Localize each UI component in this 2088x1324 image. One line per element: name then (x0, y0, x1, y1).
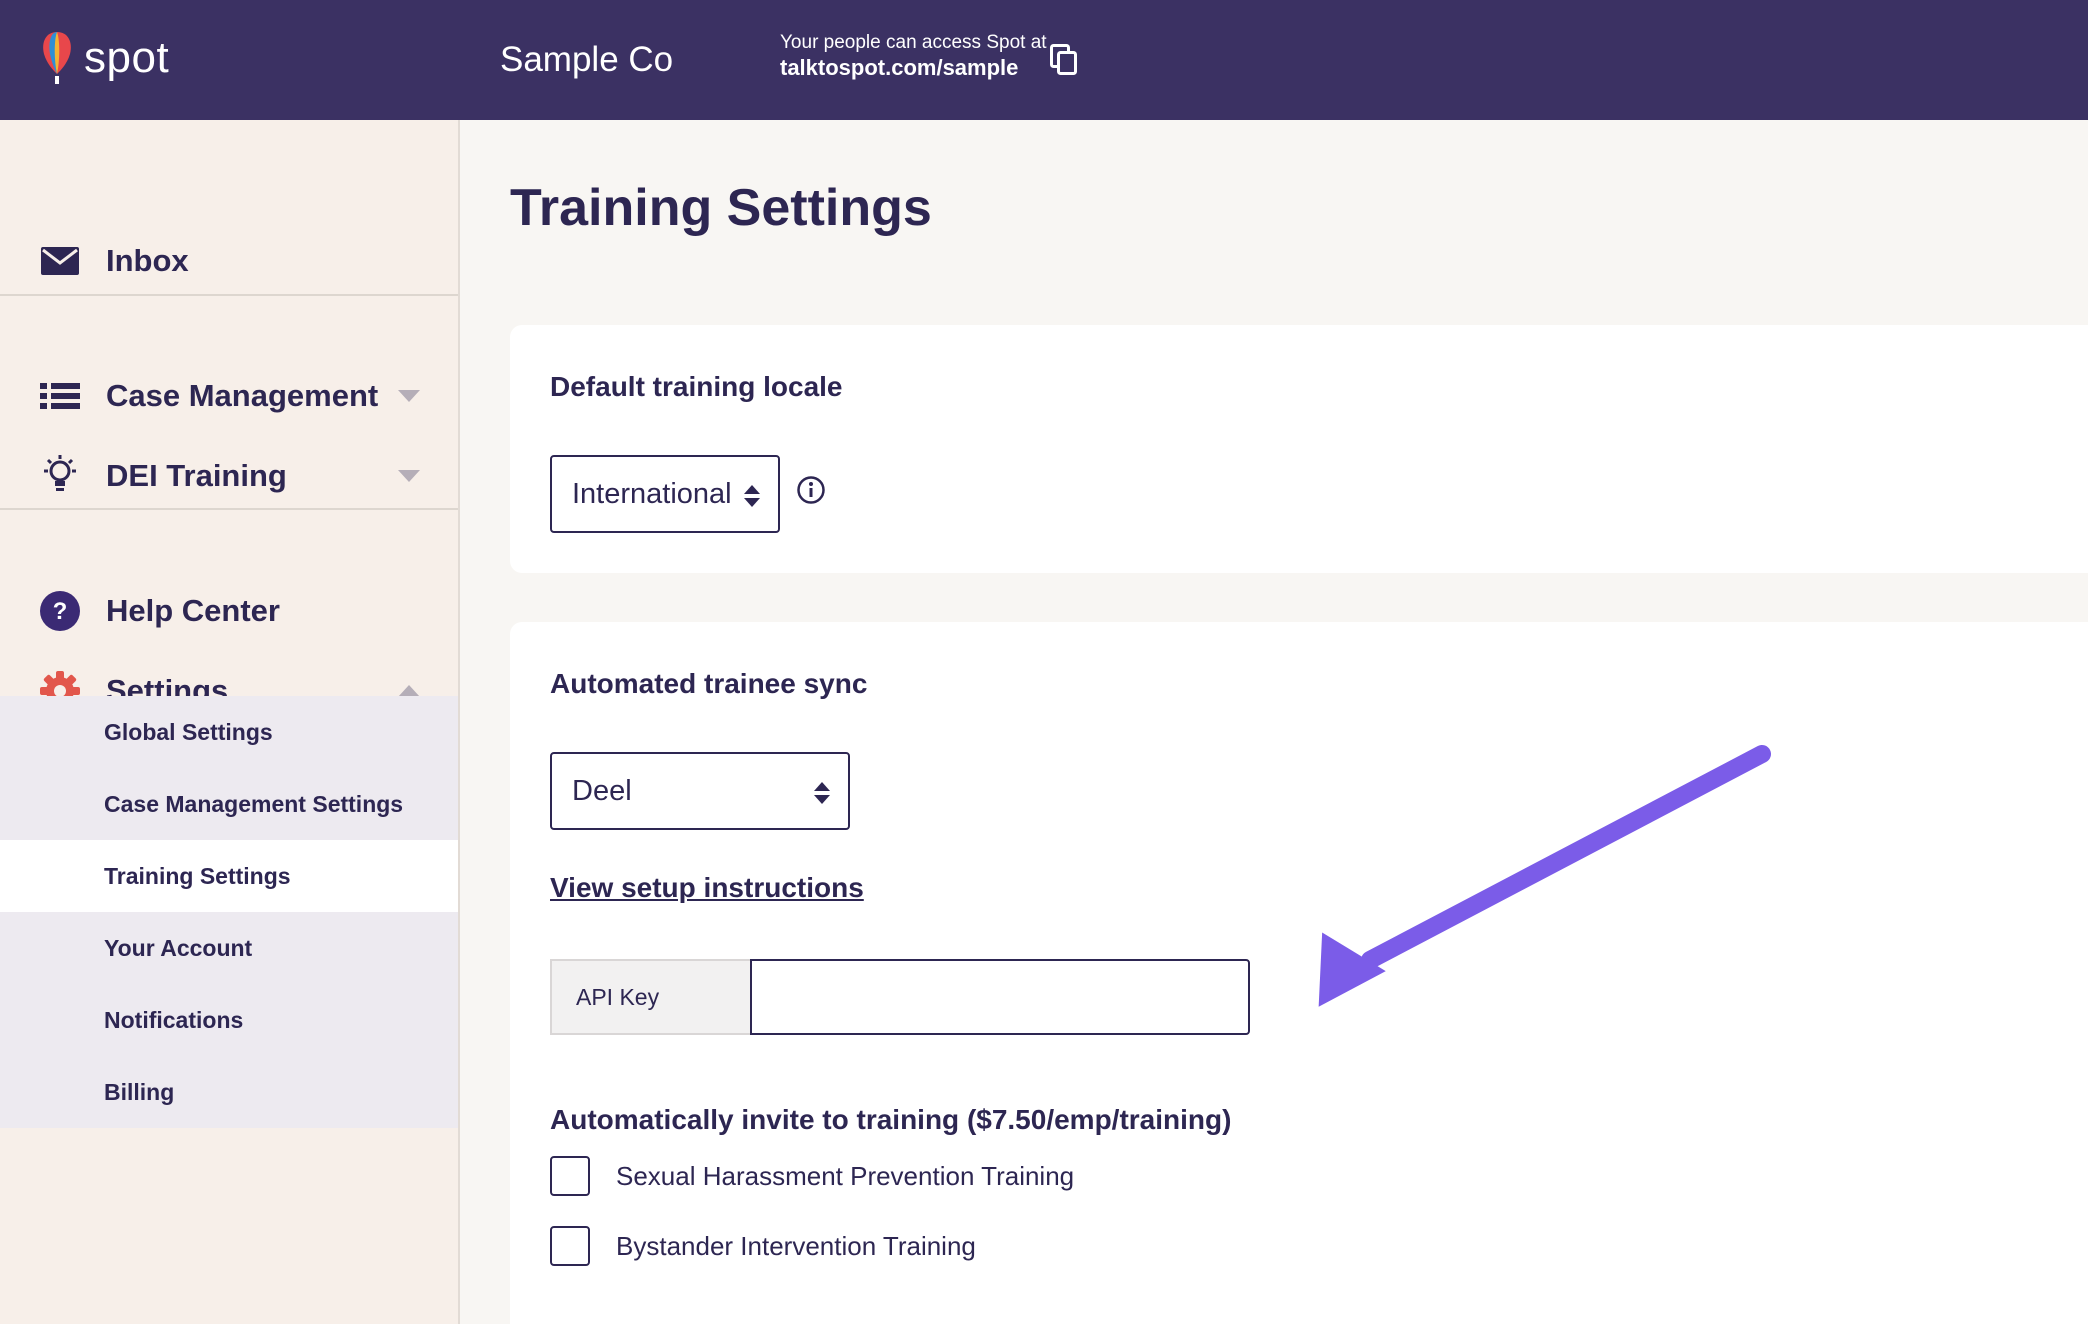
checkbox[interactable] (550, 1156, 590, 1196)
balloon-logo-icon (43, 32, 71, 84)
access-label: Your people can access Spot at (780, 32, 1047, 53)
api-key-label: API Key (576, 983, 660, 1010)
logo-text: spot (84, 33, 170, 82)
info-icon[interactable] (796, 475, 826, 505)
api-key-label-addon: API Key (550, 959, 750, 1035)
training-option-label: Sexual Harassment Prevention Training (616, 1160, 1075, 1191)
svg-text:?: ? (53, 598, 68, 625)
subnav-item-notifications[interactable]: Notifications (0, 984, 458, 1056)
checkbox[interactable] (550, 1226, 590, 1266)
organization-name: Sample Co (500, 40, 674, 79)
subnav-item-label: Global Settings (104, 718, 273, 745)
api-key-group: API Key (550, 959, 1250, 1035)
list-icon (38, 374, 82, 418)
sidebar-item-case-management[interactable]: Case Management (0, 361, 458, 431)
sidebar-item-help-center[interactable]: ? Help Center (0, 576, 458, 646)
select-arrows-icon (814, 782, 830, 804)
copy-icon[interactable] (1050, 44, 1078, 76)
sync-provider-select[interactable]: Deel (550, 752, 850, 830)
subnav-item-billing[interactable]: Billing (0, 1056, 458, 1128)
chevron-down-icon[interactable] (398, 470, 420, 482)
training-option-bystander[interactable]: Bystander Intervention Training (550, 1226, 976, 1266)
sync-provider-value: Deel (572, 774, 632, 807)
settings-subnav: Global Settings Case Management Settings… (0, 696, 458, 1128)
locale-select-value: International (572, 477, 732, 510)
divider (0, 508, 458, 510)
sidebar-item-label: Inbox (106, 243, 189, 278)
sidebar-item-label: DEI Training (106, 458, 287, 493)
training-option-label: Bystander Intervention Training (616, 1230, 976, 1261)
view-setup-instructions-link[interactable]: View setup instructions (550, 872, 864, 904)
spot-logo[interactable]: spot (40, 30, 169, 86)
subnav-item-training-settings[interactable]: Training Settings (0, 840, 458, 912)
subnav-item-global-settings[interactable]: Global Settings (0, 696, 458, 768)
invite-heading: Automatically invite to training ($7.50/… (550, 1104, 1232, 1135)
mail-icon (38, 239, 82, 283)
help-icon: ? (38, 589, 82, 633)
locale-card: Default training locale International (510, 325, 2088, 573)
subnav-item-label: Case Management Settings (104, 790, 404, 817)
lightbulb-icon (38, 454, 82, 498)
access-info: Your people can access Spot at talktospo… (780, 32, 1047, 81)
sync-heading: Automated trainee sync (550, 668, 868, 699)
locale-select[interactable]: International (550, 455, 780, 533)
sidebar-item-dei-training[interactable]: DEI Training (0, 441, 458, 511)
sidebar-item-label: Help Center (106, 593, 280, 628)
sidebar-item-label: Case Management (106, 378, 379, 413)
subnav-item-label: Billing (104, 1078, 175, 1105)
chevron-down-icon[interactable] (398, 390, 420, 402)
training-option-sexual-harassment[interactable]: Sexual Harassment Prevention Training (550, 1156, 1074, 1196)
subnav-item-case-management-settings[interactable]: Case Management Settings (0, 768, 458, 840)
subnav-item-label: Your Account (104, 934, 253, 961)
annotation-arrow-icon (1318, 745, 1771, 1007)
access-url[interactable]: talktospot.com/sample (780, 55, 1047, 81)
subnav-item-label: Training Settings (104, 862, 291, 889)
top-bar: spot Sample Co Your people can access Sp… (0, 0, 2088, 120)
sidebar: Inbox Case Management DEI Training ? Hel… (0, 120, 460, 1324)
subnav-item-your-account[interactable]: Your Account (0, 912, 458, 984)
divider (0, 294, 458, 296)
select-arrows-icon (744, 485, 760, 507)
api-key-input[interactable] (750, 959, 1250, 1035)
page-title: Training Settings (510, 179, 932, 237)
locale-heading: Default training locale (550, 371, 843, 402)
sidebar-item-inbox[interactable]: Inbox (0, 226, 458, 296)
subnav-item-label: Notifications (104, 1006, 244, 1033)
